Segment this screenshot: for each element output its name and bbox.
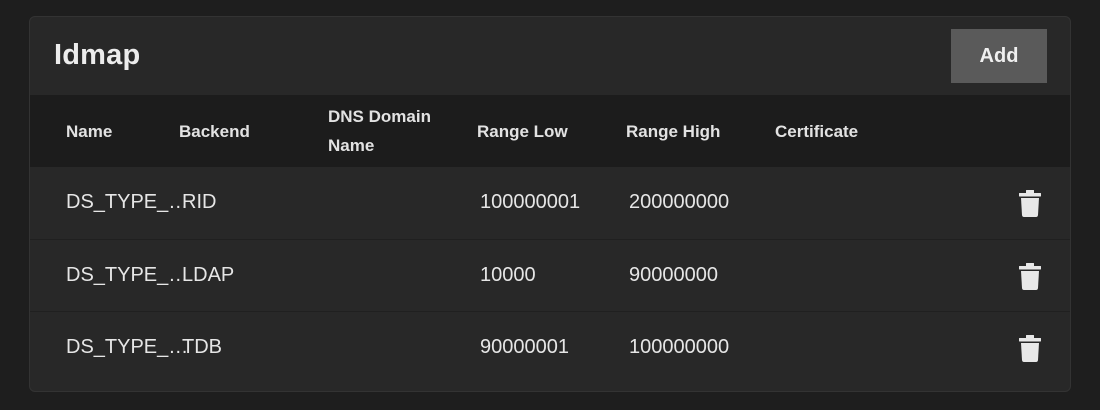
cell-range-low: 90000001	[480, 336, 569, 358]
cell-range-high: 200000000	[629, 191, 730, 213]
column-header-backend[interactable]: Backend	[179, 95, 250, 167]
delete-button[interactable]	[1015, 188, 1045, 218]
idmap-card: Idmap Add Name Backend DNS Domain Name R…	[29, 16, 1071, 392]
trash-icon	[1019, 262, 1041, 290]
cell-name: DS_TYPE_…	[66, 191, 189, 213]
table-header-row: Name Backend DNS Domain Name Range Low R…	[30, 95, 1070, 167]
cell-range-high: 100000000	[629, 336, 730, 358]
idmap-table: Name Backend DNS Domain Name Range Low R…	[30, 95, 1070, 383]
cell-backend: RID	[182, 191, 217, 213]
column-header-range-low[interactable]: Range Low	[477, 95, 568, 167]
table-body: DS_TYPE_… RID 100000001 200000000 DS_TYP…	[30, 167, 1070, 383]
column-header-dns-domain-name[interactable]: DNS Domain Name	[328, 95, 431, 167]
cell-backend: TDB	[182, 336, 222, 358]
table-row[interactable]: DS_TYPE_… LDAP 10000 90000000	[30, 239, 1070, 311]
column-header-certificate[interactable]: Certificate	[775, 95, 858, 167]
table-row[interactable]: DS_TYPE_… RID 100000001 200000000	[30, 167, 1070, 239]
page-title: Idmap	[54, 39, 141, 71]
cell-backend: LDAP	[182, 264, 235, 286]
cell-range-low: 100000001	[480, 191, 581, 213]
cell-name: DS_TYPE_…	[66, 264, 189, 286]
table-row[interactable]: DS_TYPE_… TDB 90000001 100000000	[30, 311, 1070, 383]
trash-icon	[1019, 189, 1041, 217]
delete-button[interactable]	[1015, 333, 1045, 363]
delete-button[interactable]	[1015, 261, 1045, 291]
column-header-dns-line2: Name	[328, 136, 375, 155]
trash-icon	[1019, 334, 1041, 362]
cell-range-low: 10000	[480, 264, 536, 286]
cell-name: DS_TYPE_…	[66, 336, 189, 358]
card-header: Idmap Add	[30, 17, 1070, 95]
column-header-name[interactable]: Name	[66, 95, 112, 167]
column-header-dns-line1: DNS Domain	[328, 107, 431, 126]
cell-range-high: 90000000	[629, 264, 718, 286]
column-header-range-high[interactable]: Range High	[626, 95, 720, 167]
add-button[interactable]: Add	[951, 29, 1047, 83]
